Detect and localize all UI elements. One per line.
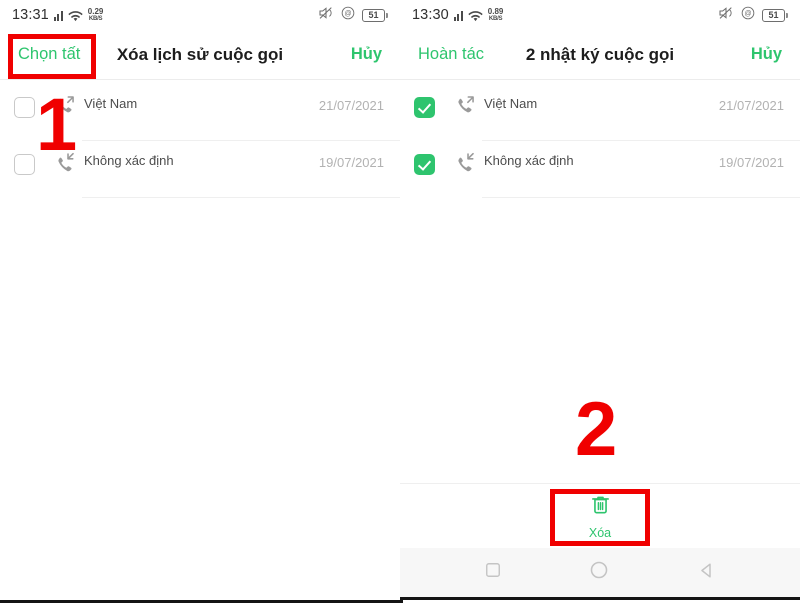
row-checkbox[interactable] — [414, 97, 435, 118]
caller-subtitle: Việt Nam — [84, 96, 138, 111]
status-bar-right-group: @ 51 — [718, 5, 788, 26]
wifi-icon — [68, 9, 83, 22]
status-bar-left: 13:31 0.29 KB/S @ 51 — [0, 0, 400, 30]
dnd-icon: @ — [341, 6, 355, 25]
network-speed-indicator: 0.29 KB/S — [87, 7, 104, 23]
status-bar-right: 13:30 0.89 KB/S @ 51 — [400, 0, 800, 30]
row-separator — [482, 197, 800, 198]
cancel-button[interactable]: Hủy — [751, 45, 782, 64]
table-row[interactable]: Việt Nam 21/07/2021 — [400, 84, 800, 141]
wifi-icon — [468, 9, 483, 22]
network-speed-value: 0.89 — [487, 7, 504, 16]
call-list-left: Việt Nam 21/07/2021 Không xác định 19/07… — [0, 80, 400, 198]
app-bar-left: Chọn tất Xóa lịch sử cuộc gọi Hủy — [0, 30, 400, 80]
table-row[interactable]: Không xác định 19/07/2021 — [400, 141, 800, 198]
caller-subtitle: Việt Nam — [484, 96, 538, 111]
app-bar-right: Hoàn tác 2 nhật ký cuộc gọi Hủy — [400, 30, 800, 80]
dnd-icon: @ — [741, 6, 755, 25]
network-speed-indicator: 0.89 KB/S — [487, 7, 504, 23]
network-speed-unit: KB/S — [488, 16, 503, 22]
svg-text:@: @ — [344, 10, 351, 17]
network-speed-value: 0.29 — [87, 7, 104, 16]
call-date: 19/07/2021 — [318, 155, 384, 170]
status-bar-left-group: 13:31 0.29 KB/S — [12, 7, 103, 23]
circle-icon[interactable] — [588, 559, 610, 586]
status-time: 13:30 — [412, 7, 449, 23]
incoming-call-icon — [54, 152, 80, 179]
row-checkbox[interactable] — [414, 154, 435, 175]
battery-icon: 51 — [762, 8, 788, 22]
triangle-back-icon[interactable] — [696, 560, 717, 586]
call-info: Việt Nam — [484, 90, 719, 111]
status-bar-right-group: @ 51 — [318, 5, 388, 26]
row-separator — [82, 197, 400, 198]
incoming-call-icon — [454, 152, 480, 179]
battery-level: 51 — [362, 8, 385, 22]
android-nav-bar — [400, 548, 800, 600]
call-date: 21/07/2021 — [718, 98, 784, 113]
battery-level: 51 — [762, 8, 785, 22]
call-date: 21/07/2021 — [318, 98, 384, 113]
network-speed-unit: KB/S — [88, 16, 103, 22]
status-bar-left-group: 13:30 0.89 KB/S — [412, 7, 503, 23]
row-checkbox[interactable] — [14, 154, 35, 175]
call-list-right: Việt Nam 21/07/2021 Không xác định 19/07… — [400, 80, 800, 198]
delete-button[interactable]: Xóa — [589, 493, 612, 540]
signal-bars-icon — [453, 10, 463, 21]
outgoing-call-icon — [54, 95, 80, 122]
status-time: 13:31 — [12, 7, 49, 23]
phone-screen-right: 13:30 0.89 KB/S @ 51 Hoàn tác 2 nhật ký … — [400, 0, 800, 600]
battery-nub — [386, 12, 388, 18]
table-row[interactable]: Không xác định 19/07/2021 — [0, 141, 400, 198]
caller-subtitle: Không xác định — [484, 153, 574, 168]
call-info: Việt Nam — [84, 90, 319, 111]
vibrate-mute-icon — [718, 5, 734, 26]
signal-bars-icon — [53, 10, 63, 21]
cancel-button[interactable]: Hủy — [351, 45, 382, 64]
square-icon[interactable] — [483, 560, 503, 585]
outgoing-call-icon — [454, 95, 480, 122]
delete-label: Xóa — [588, 525, 612, 540]
screenshot-stage: 13:31 0.29 KB/S @ 51 Chọn tất Xóa lịch s… — [0, 0, 800, 603]
caller-subtitle: Không xác định — [84, 153, 174, 168]
call-date: 19/07/2021 — [718, 155, 784, 170]
battery-nub — [786, 12, 788, 18]
battery-icon: 51 — [362, 8, 388, 22]
bottom-action-bar: Xóa — [400, 483, 800, 548]
table-row[interactable]: Việt Nam 21/07/2021 — [0, 84, 400, 141]
trash-icon — [589, 493, 612, 521]
row-checkbox[interactable] — [14, 97, 35, 118]
svg-text:@: @ — [744, 10, 751, 17]
vibrate-mute-icon — [318, 5, 334, 26]
phone-screen-left: 13:31 0.29 KB/S @ 51 Chọn tất Xóa lịch s… — [0, 0, 403, 603]
call-info: Không xác định — [484, 147, 719, 168]
undo-button[interactable]: Hoàn tác — [418, 45, 484, 64]
call-info: Không xác định — [84, 147, 319, 168]
select-all-button[interactable]: Chọn tất — [18, 45, 80, 64]
